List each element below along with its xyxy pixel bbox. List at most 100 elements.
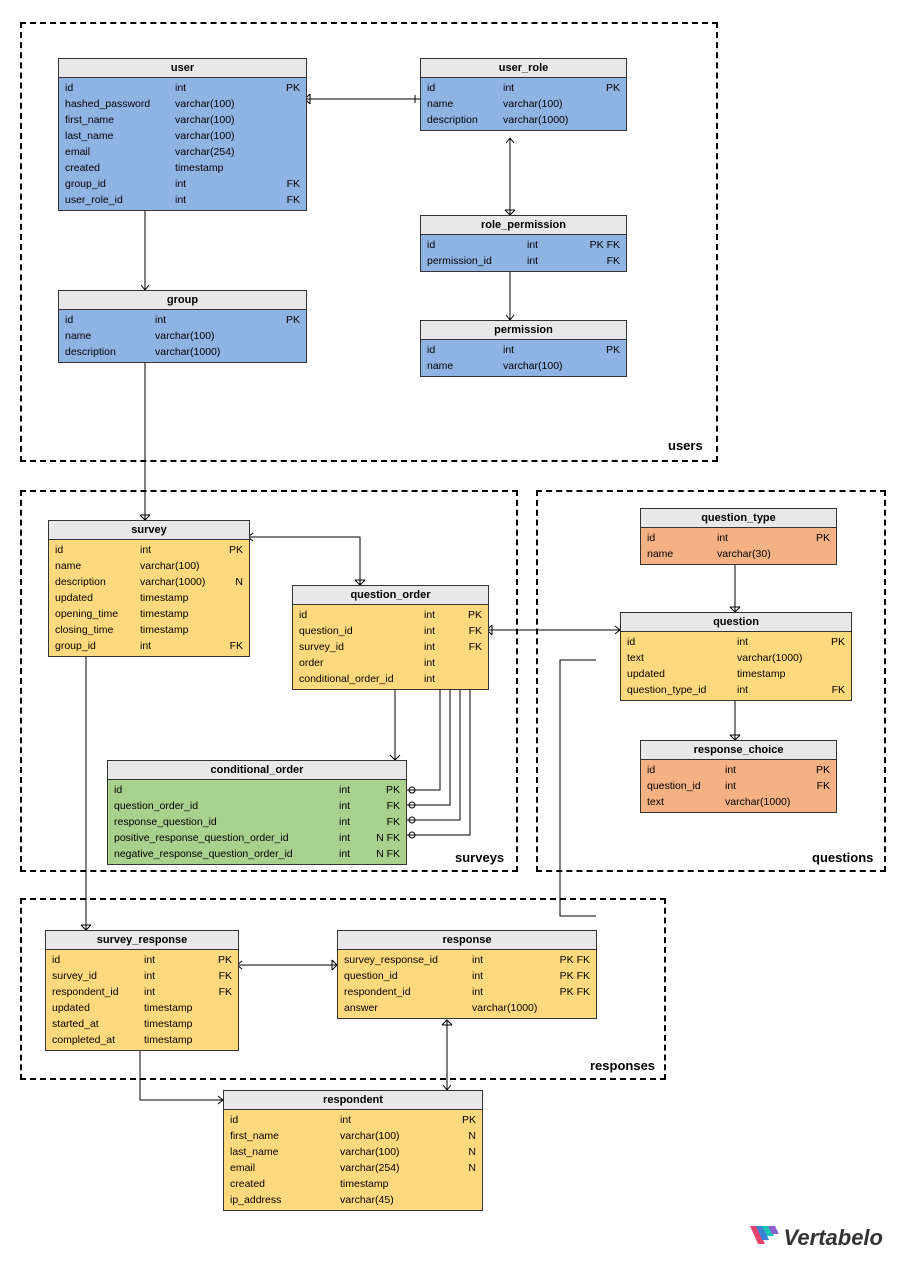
table-conditional-order: conditional_order idintPKquestion_order_… xyxy=(107,760,407,865)
column-name: id xyxy=(299,608,424,622)
column-row: idintPK xyxy=(49,542,249,558)
column-name: description xyxy=(55,575,140,589)
column-type: int xyxy=(424,672,478,686)
column-type: int xyxy=(503,81,602,95)
column-name: last_name xyxy=(230,1145,340,1159)
column-row: idintPK FK xyxy=(421,237,626,253)
column-row: textvarchar(1000) xyxy=(621,650,851,666)
table-question-order-body: idintPKquestion_idintFKsurvey_idintFKord… xyxy=(293,605,488,689)
column-row: survey_idintFK xyxy=(293,639,488,655)
column-row: idintPK xyxy=(59,312,306,328)
table-group: group idintPKnamevarchar(100)description… xyxy=(58,290,307,363)
column-key: FK xyxy=(215,969,232,983)
column-name: description xyxy=(427,113,503,127)
column-key: FK xyxy=(828,683,845,697)
column-key: PK xyxy=(812,531,830,545)
column-row: namevarchar(100) xyxy=(421,96,626,112)
column-key: N xyxy=(231,575,243,589)
table-response-choice-body: idintPKquestion_idintFKtextvarchar(1000) xyxy=(641,760,836,812)
column-key xyxy=(616,113,620,127)
column-row: idintPK xyxy=(108,782,406,798)
column-key xyxy=(616,97,620,111)
column-key xyxy=(239,591,243,605)
column-type: varchar(100) xyxy=(175,97,296,111)
column-key: PK xyxy=(282,81,300,95)
column-type: int xyxy=(424,656,478,670)
vertabelo-logo-icon xyxy=(750,1226,780,1252)
column-row: opening_timetimestamp xyxy=(49,606,249,622)
column-name: id xyxy=(427,343,503,357)
table-response-choice-header: response_choice xyxy=(641,741,836,760)
column-name: text xyxy=(627,651,737,665)
column-name: description xyxy=(65,345,155,359)
column-type: varchar(100) xyxy=(140,559,239,573)
column-row: idintPK xyxy=(641,762,836,778)
column-type: int xyxy=(725,763,812,777)
column-row: idintPK xyxy=(224,1112,482,1128)
table-role-permission-header: role_permission xyxy=(421,216,626,235)
column-key xyxy=(228,1001,232,1015)
column-type: int xyxy=(527,254,603,268)
table-response-body: survey_response_idintPK FKquestion_idint… xyxy=(338,950,596,1018)
column-key: PK xyxy=(827,635,845,649)
table-role-permission-body: idintPK FKpermission_idintFK xyxy=(421,235,626,271)
column-type: timestamp xyxy=(140,591,239,605)
column-key: PK FK xyxy=(586,238,620,252)
column-row: conditional_order_idint xyxy=(293,671,488,687)
table-respondent-header: respondent xyxy=(224,1091,482,1110)
column-type: int xyxy=(144,985,215,999)
column-name: answer xyxy=(344,1001,472,1015)
column-name: name xyxy=(65,329,155,343)
column-key xyxy=(826,795,830,809)
table-question-header: question xyxy=(621,613,851,632)
column-name: question_type_id xyxy=(627,683,737,697)
column-type: timestamp xyxy=(340,1177,472,1191)
table-survey-response-body: idintPKsurvey_idintFKrespondent_idintFKu… xyxy=(46,950,238,1050)
column-row: descriptionvarchar(1000) xyxy=(421,112,626,128)
column-row: hashed_passwordvarchar(100) xyxy=(59,96,306,112)
column-key: FK xyxy=(215,985,232,999)
column-type: varchar(1000) xyxy=(503,113,616,127)
column-name: started_at xyxy=(52,1017,144,1031)
column-name: email xyxy=(65,145,175,159)
table-question: question idintPKtextvarchar(1000)updated… xyxy=(620,612,852,701)
table-question-body: idintPKtextvarchar(1000)updatedtimestamp… xyxy=(621,632,851,700)
column-type: varchar(1000) xyxy=(737,651,841,665)
column-type: int xyxy=(472,953,556,967)
column-key xyxy=(296,345,300,359)
column-type: varchar(100) xyxy=(503,97,616,111)
column-type: varchar(100) xyxy=(175,113,296,127)
column-key xyxy=(296,329,300,343)
column-key: FK xyxy=(813,779,830,793)
column-key: PK xyxy=(282,313,300,327)
column-name: permission_id xyxy=(427,254,527,268)
column-row: question_order_idintFK xyxy=(108,798,406,814)
column-type: int xyxy=(737,683,828,697)
table-respondent-body: idintPKfirst_namevarchar(100)Nlast_namev… xyxy=(224,1110,482,1210)
column-type: varchar(100) xyxy=(503,359,616,373)
table-question-order-header: question_order xyxy=(293,586,488,605)
column-key: N xyxy=(464,1161,476,1175)
column-name: survey_id xyxy=(299,640,424,654)
table-group-header: group xyxy=(59,291,306,310)
column-key: PK FK xyxy=(556,953,590,967)
column-name: name xyxy=(647,547,717,561)
column-row: last_namevarchar(100)N xyxy=(224,1144,482,1160)
column-row: answervarchar(1000) xyxy=(338,1000,596,1016)
column-key: FK xyxy=(383,815,400,829)
group-questions-label: questions xyxy=(812,850,873,865)
column-type: varchar(254) xyxy=(175,145,296,159)
column-key xyxy=(228,1017,232,1031)
table-response-header: response xyxy=(338,931,596,950)
table-question-type-body: idintPKnamevarchar(30) xyxy=(641,528,836,564)
column-row: started_attimestamp xyxy=(46,1016,238,1032)
column-name: id xyxy=(427,238,527,252)
column-name: created xyxy=(65,161,175,175)
column-name: name xyxy=(427,359,503,373)
column-type: timestamp xyxy=(144,1033,228,1047)
column-name: order xyxy=(299,656,424,670)
column-key xyxy=(239,623,243,637)
column-name: updated xyxy=(55,591,140,605)
column-type: int xyxy=(424,608,464,622)
column-type: int xyxy=(339,799,383,813)
